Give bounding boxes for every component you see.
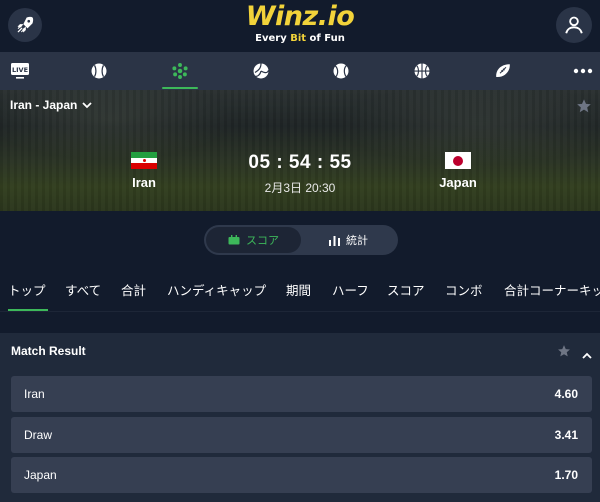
svg-text:LIVE: LIVE [12, 66, 28, 74]
tennis-icon [333, 63, 349, 79]
away-team: Japan [418, 152, 498, 190]
market-tab-period[interactable]: 期間 [286, 273, 311, 311]
score-tab-label: スコア [246, 235, 279, 247]
match-selector[interactable]: Iran - Japan [10, 98, 92, 112]
kickoff-time: 2月3日 20:30 [264, 181, 336, 195]
rugby-icon [496, 64, 510, 78]
basketball-icon [414, 63, 430, 79]
outcome-home[interactable]: Iran 4.60 [11, 376, 592, 412]
app-header: Winz.io Every Bit of Fun [0, 0, 600, 52]
home-team-name: Iran [132, 175, 156, 190]
sport-tab-soccer[interactable] [160, 52, 200, 90]
user-icon [565, 16, 583, 34]
bar-chart-icon [329, 235, 340, 246]
sport-tab-baseball[interactable] [79, 52, 119, 90]
sport-tab-live[interactable]: LIVE [0, 52, 40, 90]
menu-button[interactable] [8, 8, 42, 42]
score-tab[interactable]: スコア [206, 227, 301, 253]
collapse-market-button[interactable] [582, 346, 592, 364]
outcome-draw[interactable]: Draw 3.41 [11, 417, 592, 453]
rocket-icon [17, 16, 34, 33]
outcome-odds: 4.60 [554, 387, 578, 401]
star-icon [577, 99, 591, 113]
match-selector-label: Iran - Japan [10, 98, 78, 112]
away-team-name: Japan [439, 175, 477, 190]
volleyball-icon [253, 63, 270, 79]
stats-tab[interactable]: 統計 [301, 227, 396, 253]
outcome-name: Iran [24, 387, 45, 401]
market-tab-total-corners[interactable]: 合計コーナーキック [504, 273, 600, 311]
outcome-name: Japan [24, 468, 57, 482]
outcome-odds: 1.70 [554, 468, 578, 482]
tabs-divider [0, 311, 600, 312]
sport-tab-basketball[interactable] [402, 52, 442, 90]
market-tab-top[interactable]: トップ [8, 273, 48, 311]
chevron-up-icon [582, 352, 592, 359]
more-icon [573, 68, 593, 74]
iran-flag-icon [131, 152, 157, 169]
logo-wordmark: Winz.io [245, 1, 355, 32]
market-tab-handicap[interactable]: ハンディキャップ [167, 273, 266, 311]
chevron-down-icon [82, 101, 92, 108]
favorite-match-button[interactable] [576, 98, 592, 119]
sports-nav: LIVE [0, 52, 600, 90]
sport-tab-more[interactable] [563, 52, 600, 90]
outcome-name: Draw [24, 428, 53, 442]
match-countdown: 05 : 54 : 55 [248, 152, 352, 173]
outcome-odds: 3.41 [554, 428, 578, 442]
market-tab-half[interactable]: ハーフ [332, 273, 369, 311]
market-match-result: Match Result Iran 4.60 Draw 3.41 Japan 1… [0, 333, 600, 502]
star-icon [558, 345, 570, 357]
logo-tagline: Every Bit of Fun [255, 33, 345, 44]
sport-tab-volleyball[interactable] [241, 52, 281, 90]
market-tab-combo[interactable]: コンボ [445, 273, 483, 311]
soccer-icon [172, 63, 188, 79]
market-title: Match Result [11, 344, 86, 358]
brand-logo[interactable]: Winz.io Every Bit of Fun [230, 2, 370, 45]
match-banner: Iran - Japan Iran 05 : 54 : 55 2月3日 20:3… [0, 90, 600, 211]
live-icon: LIVE [11, 63, 29, 79]
japan-flag-icon [445, 152, 471, 169]
sport-tab-tennis[interactable] [321, 52, 361, 90]
baseball-icon [91, 63, 107, 79]
account-button[interactable] [556, 7, 592, 43]
view-toggle: スコア 統計 [204, 225, 398, 255]
favorite-market-button[interactable] [557, 344, 571, 363]
market-tabs: トップ すべて 合計 ハンディキャップ 期間 ハーフ スコア コンボ 合計コーナ… [0, 273, 600, 311]
sport-tab-rugby[interactable] [483, 52, 523, 90]
market-tab-score[interactable]: スコア [387, 273, 425, 311]
market-tab-totals[interactable]: 合計 [121, 273, 146, 311]
scoreboard-icon [228, 235, 240, 245]
market-tab-all[interactable]: すべて [65, 273, 101, 311]
stats-tab-label: 統計 [346, 235, 368, 247]
home-team: Iran [104, 152, 184, 190]
outcome-away[interactable]: Japan 1.70 [11, 457, 592, 493]
